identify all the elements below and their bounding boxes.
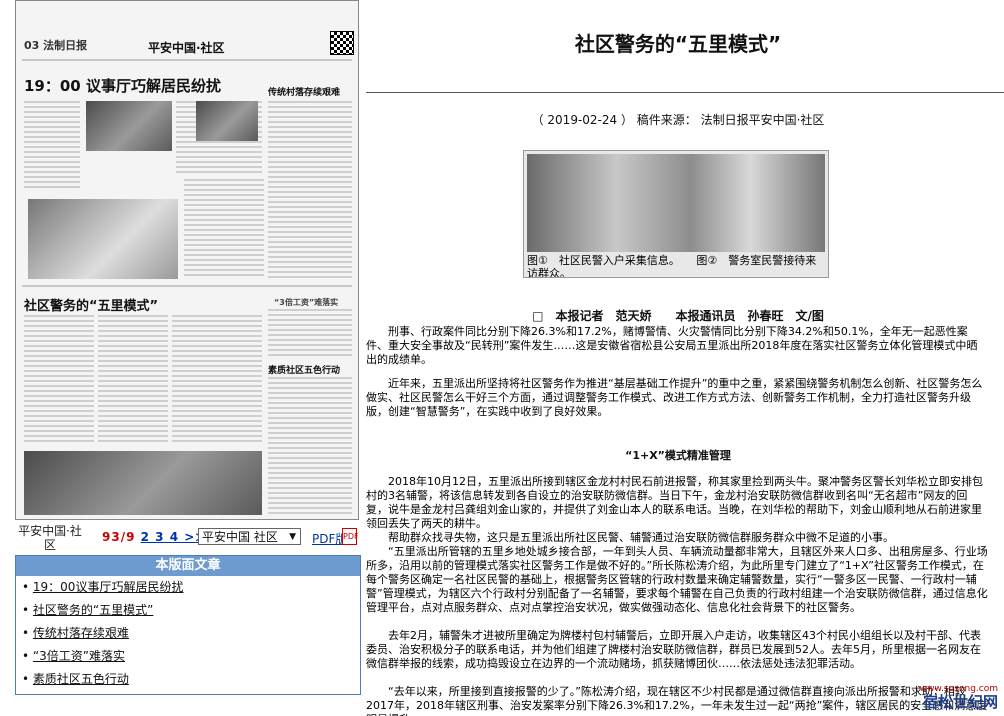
thumbnail-photo <box>86 101 172 151</box>
pdf-icon[interactable]: PDF <box>342 528 359 545</box>
thumbnail-section-name: 平安中国·社区 <box>148 41 225 55</box>
article-subheading: “1+X”模式精准管理 <box>625 449 731 462</box>
article-paragraph: “去年以来，所里接到直接报警的少了。”陈松涛介绍，现在辖区不少村民都是通过微信群… <box>366 685 988 716</box>
article-paragraph: 帮助群众找寻失物，这只是五里派出所社区民警、辅警通过治安联防微信群服务群众中微不… <box>388 531 894 544</box>
article-photo-image <box>527 154 825 252</box>
watermark-logo: 宿松世纪网 <box>922 693 998 711</box>
thumbnail-photo <box>24 451 262 515</box>
article-meta: （ 2019-02-24 ） 稿件来源： 法制日报平安中国·社区 <box>531 113 825 127</box>
page-articles-panel: 本版面文章 • 19：00议事厅巧解居民纷扰 • 社区警务的“五里模式” • 传… <box>15 555 361 695</box>
qr-code-icon <box>330 31 354 55</box>
page-select-value: 平安中国 社区 <box>202 530 278 544</box>
thumbnail-text-block <box>24 315 94 445</box>
thumbnail-text-block <box>184 179 264 279</box>
thumbnail-side-headline-3: 素质社区五色行动 <box>268 366 341 376</box>
thumbnail-rule <box>22 59 352 61</box>
thumbnail-text-block <box>268 309 352 357</box>
thumbnail-text-block <box>268 377 352 517</box>
article-view: 社区警务的“五里模式” （ 2019-02-24 ） 稿件来源： 法制日报平安中… <box>366 0 1004 716</box>
thumbnail-text-block <box>24 101 80 191</box>
current-page-number: 9 <box>102 530 112 544</box>
article-link[interactable]: 素质社区五色行动 <box>33 672 129 686</box>
page-count: 3/9 <box>111 530 136 544</box>
thumbnail-photo <box>28 199 178 279</box>
article-paragraph: 近年来，五里派出所坚持将社区警务作为推进“基层基础工作提升”的重中之重，紧紧围绕… <box>366 377 983 418</box>
list-item: • “3倍工资”难落实 <box>22 649 125 663</box>
articles-panel-heading: 本版面文章 <box>16 556 360 576</box>
list-item: • 社区警务的“五里模式” <box>22 603 154 617</box>
article-byline: □ 本报记者 范天娇 本报通讯员 孙春旺 文/图 <box>532 309 824 323</box>
article-paragraph: 刑事、行政案件同比分别下降26.3%和17.2%，赌博警情、火灾警情同比分别下降… <box>366 325 978 366</box>
article-link[interactable]: “3倍工资”难落实 <box>33 649 125 663</box>
list-item: • 19：00议事厅巧解居民纷扰 <box>22 580 184 594</box>
thumbnail-side-headline-2: “3倍工资”难落实 <box>274 298 339 307</box>
newspaper-page-thumbnail[interactable]: 03 法制日报 平安中国·社区 19：00 议事厅巧解居民纷扰 传统村落存续艰难… <box>15 0 359 520</box>
article-list: • 19：00议事厅巧解居民纷扰 • 社区警务的“五里模式” • 传统村落存续艰… <box>16 576 360 691</box>
article-title: 社区警务的“五里模式” <box>574 32 782 56</box>
article-paragraph: “五里派出所管辖的五里乡地处城乡接合部，一年到头人员、车辆流动量都非常大，且辖区… <box>366 545 988 614</box>
left-column: 03 法制日报 平安中国·社区 19：00 议事厅巧解居民纷扰 传统村落存续艰难… <box>0 0 364 716</box>
article-photo: 图① 社区民警入户采集信息。 图② 警务室民警接待来访群众。 <box>523 150 829 278</box>
article-paragraph: 去年2月，辅警朱才进被所里确定为牌楼村包村辅警后，立即开展入户走访，收集辖区43… <box>366 629 981 670</box>
thumbnail-text-block <box>98 315 168 445</box>
page-select-dropdown[interactable]: 平安中国 社区 ▼ <box>198 528 301 545</box>
thumbnail-text-block <box>172 315 262 445</box>
thumbnail-headline-1: 19：00 议事厅巧解居民纷扰 <box>24 77 221 95</box>
list-item: • 素质社区五色行动 <box>22 672 129 686</box>
article-paragraph: 2018年10月12日，五里派出所接到辖区金龙村村民石前进报警，称其家里捡到两头… <box>366 475 983 530</box>
page-number-links[interactable]: 2 3 4 > <box>141 530 196 544</box>
article-link[interactable]: 19：00议事厅巧解居民纷扰 <box>33 580 184 594</box>
photo-caption: 图① 社区民警入户采集信息。 图② 警务室民警接待来访群众。 <box>527 254 817 278</box>
chevron-down-icon: ▼ <box>289 532 296 542</box>
page-navigator: 平安中国·社区 93/9 2 3 4 >≫| 平安中国 社区 ▼ PDF版 PD… <box>15 524 359 554</box>
pager-section-label: 平安中国·社区 <box>18 524 82 552</box>
article-link[interactable]: 传统村落存续艰难 <box>33 626 129 640</box>
thumbnail-page-code: 03 法制日报 <box>24 39 88 52</box>
thumbnail-text-block <box>268 101 352 281</box>
thumbnail-headline-2: 社区警务的“五里模式” <box>24 299 159 314</box>
title-divider <box>366 92 1004 93</box>
article-link[interactable]: 社区警务的“五里模式” <box>33 603 153 617</box>
thumbnail-side-headline-1: 传统村落存续艰难 <box>268 88 341 98</box>
list-item: • 传统村落存续艰难 <box>22 626 129 640</box>
thumbnail-photo <box>196 101 258 141</box>
thumbnail-rule <box>22 285 352 287</box>
